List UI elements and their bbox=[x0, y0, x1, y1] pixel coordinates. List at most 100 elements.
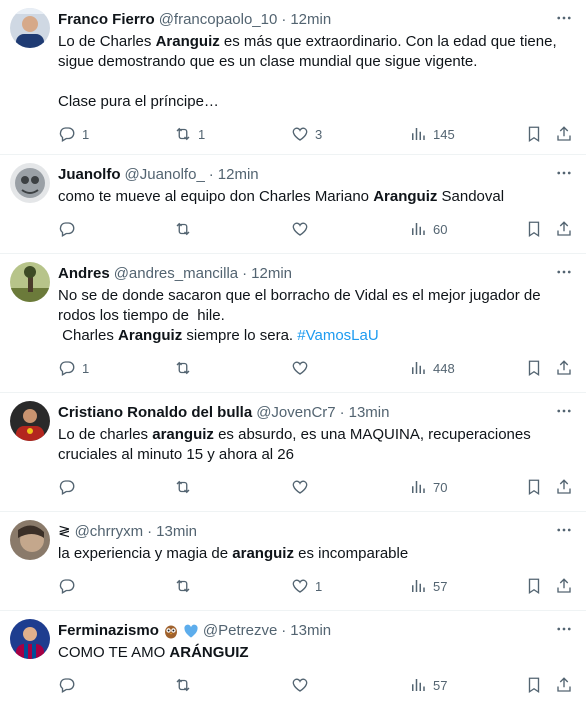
text-span: Clase pura el príncipe… bbox=[58, 93, 219, 110]
share-button[interactable] bbox=[555, 359, 573, 377]
share-button[interactable] bbox=[555, 125, 573, 143]
views-button[interactable]: 448 bbox=[409, 359, 455, 377]
text-span: Lo de charles bbox=[58, 426, 153, 443]
more-button[interactable] bbox=[554, 619, 574, 639]
bookmark-button[interactable] bbox=[525, 577, 543, 595]
like-button[interactable]: 3 bbox=[291, 125, 322, 143]
avatar[interactable] bbox=[10, 520, 50, 560]
more-button[interactable] bbox=[554, 520, 574, 540]
author-handle[interactable]: @Juanolfo_ bbox=[125, 165, 205, 185]
avatar[interactable] bbox=[10, 619, 50, 659]
views-button[interactable]: 57 bbox=[409, 676, 447, 694]
tweet[interactable]: Ferminazismo @Petrezve · 13min COMO TE A… bbox=[0, 611, 586, 707]
views-button[interactable]: 57 bbox=[409, 577, 447, 595]
tweet[interactable]: Cristiano Ronaldo del bulla @JovenCr7 · … bbox=[0, 393, 586, 512]
more-icon bbox=[557, 409, 571, 413]
reply-button[interactable]: 1 bbox=[58, 359, 89, 377]
reply-button[interactable] bbox=[58, 478, 82, 496]
share-button[interactable] bbox=[555, 220, 573, 238]
like-button[interactable] bbox=[291, 478, 315, 496]
text-span: sigue demostrando que es un clase mundia… bbox=[58, 53, 478, 70]
tweet-text: Lo de Charles Aranguiz es más que extrao… bbox=[58, 32, 570, 112]
like-button[interactable] bbox=[291, 676, 315, 694]
bookmark-button[interactable] bbox=[525, 359, 543, 377]
text-line: como te mueve al equipo don Charles Mari… bbox=[58, 187, 570, 207]
tweet[interactable]: Franco Fierro @francopaolo_10 · 12min Lo… bbox=[0, 0, 586, 155]
timestamp[interactable]: 12min bbox=[218, 165, 259, 185]
author-name[interactable]: Franco Fierro bbox=[58, 10, 155, 30]
more-button[interactable] bbox=[554, 262, 574, 282]
views-button[interactable]: 60 bbox=[409, 220, 447, 238]
reply-count: 1 bbox=[82, 126, 90, 142]
reply-button[interactable] bbox=[58, 220, 82, 238]
timestamp[interactable]: 13min bbox=[349, 403, 390, 423]
views-button[interactable]: 145 bbox=[409, 125, 455, 143]
author-handle[interactable]: @chrryxm bbox=[75, 522, 144, 542]
timestamp[interactable]: 13min bbox=[156, 522, 197, 542]
hashtag-link[interactable]: #VamosLaU bbox=[297, 327, 378, 344]
bookmark-button[interactable] bbox=[525, 676, 543, 694]
reply-button[interactable] bbox=[58, 676, 82, 694]
tweet[interactable]: ≷ @chrryxm · 13min la experiencia y magi… bbox=[0, 512, 586, 611]
author-name[interactable]: Ferminazismo bbox=[58, 621, 159, 641]
bookmark-button[interactable] bbox=[525, 220, 543, 238]
author-name[interactable]: ≷ bbox=[58, 522, 71, 542]
avatar[interactable] bbox=[10, 8, 50, 48]
separator-dot: · bbox=[242, 265, 248, 282]
retweet-button[interactable] bbox=[174, 676, 198, 694]
more-button[interactable] bbox=[554, 163, 574, 183]
more-icon bbox=[557, 627, 571, 631]
author-name[interactable]: Juanolfo bbox=[58, 165, 121, 185]
view-count: 57 bbox=[433, 677, 448, 693]
author-handle[interactable]: @Petrezve bbox=[203, 621, 277, 641]
more-button[interactable] bbox=[554, 401, 574, 421]
like-button[interactable]: 1 bbox=[291, 577, 322, 595]
share-button[interactable] bbox=[555, 676, 573, 694]
like-button[interactable] bbox=[291, 359, 315, 377]
retweet-button[interactable] bbox=[174, 478, 198, 496]
views-button[interactable]: 70 bbox=[409, 478, 447, 496]
highlight-term: Aranguiz bbox=[373, 188, 438, 205]
timestamp[interactable]: 13min bbox=[290, 621, 331, 641]
retweet-button[interactable] bbox=[174, 577, 198, 595]
like-button[interactable] bbox=[291, 220, 315, 238]
reply-button[interactable] bbox=[58, 577, 82, 595]
retweet-button[interactable]: 1 bbox=[174, 125, 205, 143]
text-line: rodos los tiempo de hile. bbox=[58, 306, 570, 326]
tweet-text: como te mueve al equipo don Charles Mari… bbox=[58, 187, 570, 207]
more-button[interactable] bbox=[554, 8, 574, 28]
views-icon bbox=[412, 362, 425, 374]
retweet-button[interactable] bbox=[174, 359, 198, 377]
timestamp[interactable]: 12min bbox=[251, 264, 292, 284]
author-handle[interactable]: @francopaolo_10 bbox=[159, 10, 278, 30]
like-icon bbox=[292, 579, 308, 593]
view-count: 57 bbox=[433, 578, 448, 594]
bookmark-button[interactable] bbox=[525, 125, 543, 143]
views-icon bbox=[412, 128, 425, 140]
author-name[interactable]: Andres bbox=[58, 264, 110, 284]
reply-button[interactable]: 1 bbox=[58, 125, 89, 143]
tweet[interactable]: Andres @andres_mancilla · 12min No se de… bbox=[0, 254, 586, 393]
retweet-button[interactable] bbox=[174, 220, 198, 238]
tweet-actions: 70 bbox=[58, 477, 573, 497]
bookmark-button[interactable] bbox=[525, 478, 543, 496]
reply-icon bbox=[59, 361, 75, 376]
timestamp[interactable]: 12min bbox=[290, 10, 331, 30]
author-name[interactable]: Cristiano Ronaldo del bulla bbox=[58, 403, 252, 423]
avatar[interactable] bbox=[10, 163, 50, 203]
retweet-icon bbox=[176, 127, 190, 141]
like-icon bbox=[292, 480, 308, 494]
avatar[interactable] bbox=[10, 262, 50, 302]
highlight-term: aranguiz bbox=[152, 426, 214, 443]
highlight-term: aranguiz bbox=[232, 545, 294, 562]
share-button[interactable] bbox=[555, 577, 573, 595]
share-button[interactable] bbox=[555, 478, 573, 496]
tweet[interactable]: Juanolfo @Juanolfo_ · 12min como te muev… bbox=[0, 155, 586, 254]
tweet-text: No se de donde sacaron que el borracho d… bbox=[58, 286, 570, 346]
avatar[interactable] bbox=[10, 401, 50, 441]
text-span: COMO TE AMO bbox=[58, 644, 170, 661]
author-handle[interactable]: @andres_mancilla bbox=[114, 264, 238, 284]
like-count: 1 bbox=[315, 578, 323, 594]
retweet-icon bbox=[176, 480, 190, 494]
author-handle[interactable]: @JovenCr7 bbox=[256, 403, 335, 423]
